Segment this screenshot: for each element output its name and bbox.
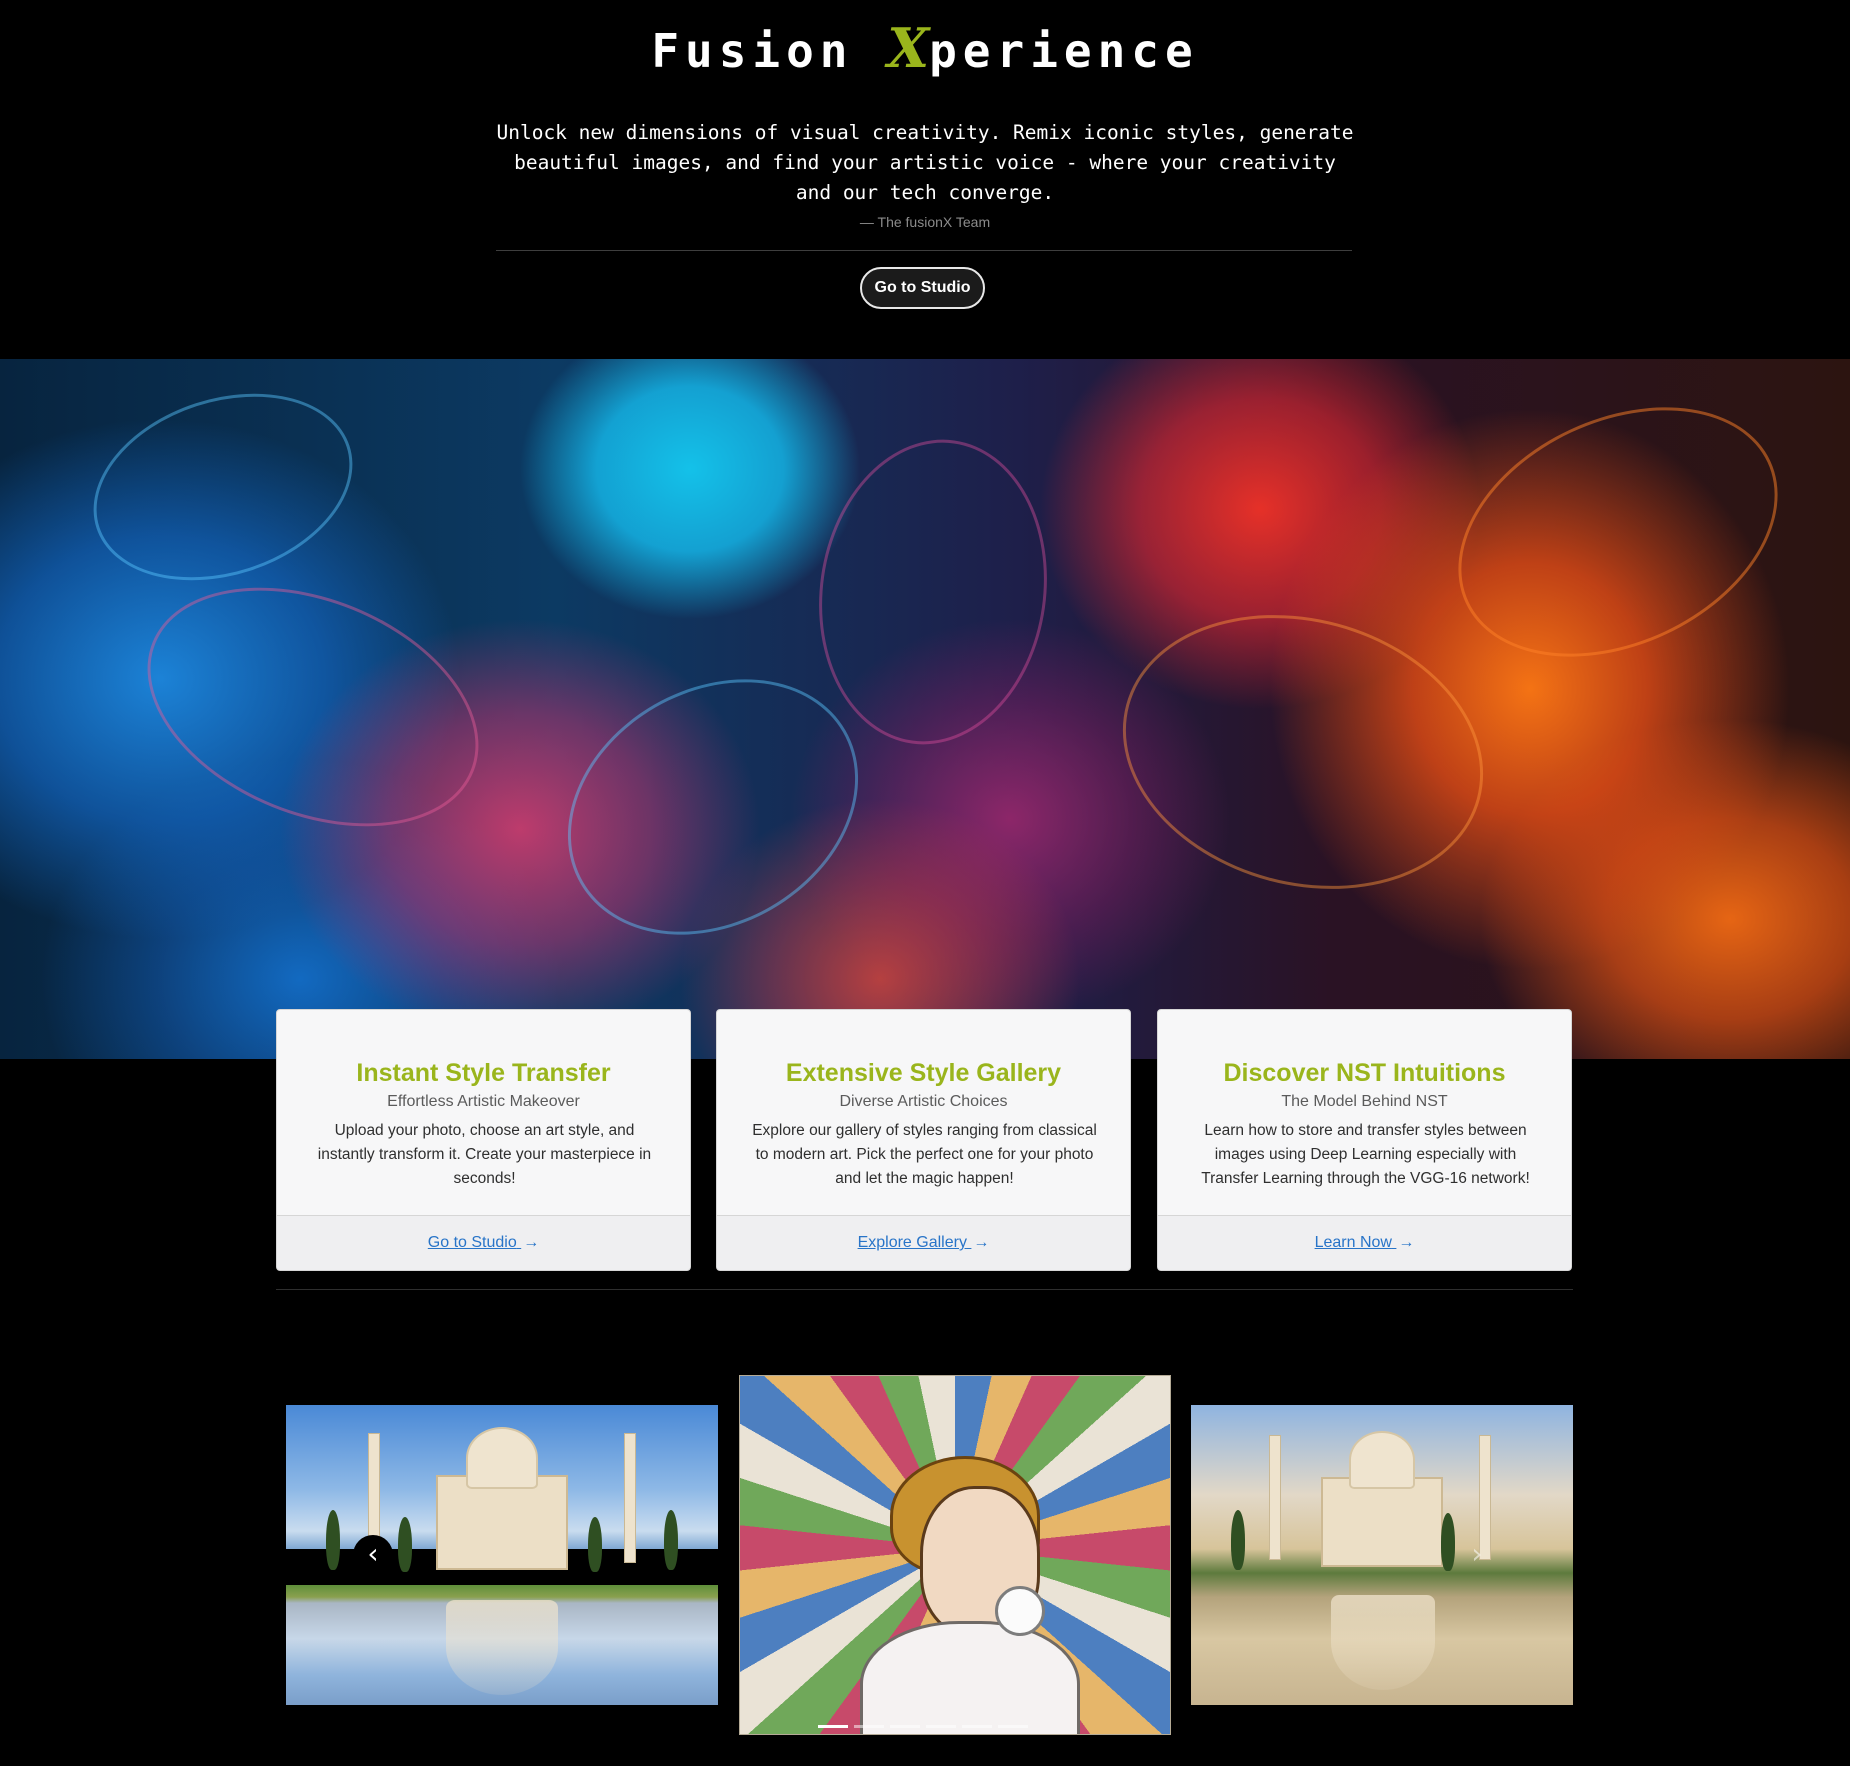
card-description: Explore our gallery of styles ranging fr… xyxy=(752,1122,1097,1187)
card-body: Instant Style Transfer Effortless Artist… xyxy=(277,1010,690,1215)
brand-title: Fusion Xperience xyxy=(0,18,1850,81)
taj-facade xyxy=(1321,1477,1443,1567)
section-divider xyxy=(276,1289,1573,1290)
card-body: Extensive Style Gallery Diverse Artistic… xyxy=(717,1010,1130,1215)
card-body: Discover NST Intuitions The Model Behind… xyxy=(1158,1010,1571,1215)
card-footer: Explore Gallery → xyxy=(717,1215,1130,1270)
carousel-indicator[interactable] xyxy=(998,1725,1028,1728)
card-subtitle: Effortless Artistic Makeover xyxy=(387,1093,580,1110)
card-footer: Go to Studio → xyxy=(277,1215,690,1270)
carousel-slide-taj-mahal-photo xyxy=(286,1405,718,1705)
chevron-left-icon[interactable]: ‹ xyxy=(353,1535,393,1575)
taj-reflection xyxy=(446,1600,558,1695)
carousel-indicator[interactable] xyxy=(926,1725,956,1728)
carousel-slide-stained-glass-portrait xyxy=(739,1375,1171,1735)
hero-smoke-wisp xyxy=(112,542,514,872)
carousel-indicator[interactable] xyxy=(854,1725,884,1728)
card-description: Upload your photo, choose an art style, … xyxy=(317,1122,652,1187)
link-label: Go to Studio xyxy=(427,1234,517,1251)
hero-smoke-wisp xyxy=(69,362,377,612)
card-description: Learn how to store and transfer styles b… xyxy=(1201,1122,1530,1187)
brand-x-logo: X xyxy=(887,16,930,80)
carousel-slide-stylized-taj-mahal xyxy=(1191,1405,1573,1705)
card-subtitle: Diverse Artistic Choices xyxy=(839,1093,1008,1110)
hero-smoke-wisp xyxy=(1091,576,1515,928)
carousel-indicator[interactable] xyxy=(890,1725,920,1728)
taj-reflection xyxy=(1331,1595,1435,1690)
taj-dome xyxy=(1349,1431,1415,1489)
taj-minaret xyxy=(1269,1435,1281,1560)
hero-quote: Unlock new dimensions of visual creativi… xyxy=(496,121,1354,204)
taj-facade xyxy=(436,1475,568,1570)
taj-dome xyxy=(466,1427,538,1489)
hero-banner-image xyxy=(0,359,1850,1059)
explore-gallery-link[interactable]: Explore Gallery → xyxy=(858,1234,990,1252)
cypress-tree xyxy=(398,1517,412,1572)
feature-card-nst-intuitions: Discover NST Intuitions The Model Behind… xyxy=(1157,1009,1572,1271)
cypress-tree xyxy=(664,1510,678,1570)
brand-title-start: Fusion xyxy=(651,24,888,78)
cypress-tree xyxy=(326,1510,340,1570)
chevron-right-icon[interactable]: › xyxy=(1457,1535,1497,1575)
taj-minaret xyxy=(624,1433,636,1563)
portrait-lily-flower xyxy=(995,1586,1045,1636)
hero-smoke-wisp xyxy=(1417,359,1819,706)
learn-now-link[interactable]: Learn Now → xyxy=(1315,1234,1415,1252)
arrow-right-icon: → xyxy=(523,1234,540,1251)
card-footer: Learn Now → xyxy=(1158,1215,1571,1270)
cypress-tree xyxy=(588,1517,602,1572)
link-label: Explore Gallery xyxy=(857,1234,967,1251)
arrow-right-icon: → xyxy=(1398,1234,1415,1251)
arrow-right-icon: → xyxy=(973,1234,990,1251)
card-title: Instant Style Transfer xyxy=(356,1059,611,1087)
card-title: Extensive Style Gallery xyxy=(785,1059,1062,1087)
feature-card-style-transfer: Instant Style Transfer Effortless Artist… xyxy=(276,1009,691,1271)
quote-author: — The fusionX Team xyxy=(859,214,991,230)
card-title: Discover NST Intuitions xyxy=(1223,1059,1506,1087)
carousel-indicator[interactable] xyxy=(962,1725,992,1728)
go-to-studio-button[interactable]: Go to Studio xyxy=(860,267,985,309)
link-label: Learn Now xyxy=(1314,1234,1392,1251)
portrait-dress xyxy=(860,1621,1080,1734)
card-subtitle: The Model Behind NST xyxy=(1281,1093,1448,1110)
go-to-studio-link[interactable]: Go to Studio → xyxy=(428,1234,539,1252)
carousel-indicator[interactable] xyxy=(818,1725,848,1728)
hero-smoke-wisp xyxy=(799,424,1067,760)
header-divider xyxy=(496,250,1352,251)
carousel-indicators xyxy=(818,1725,1058,1729)
feature-card-style-gallery: Extensive Style Gallery Diverse Artistic… xyxy=(716,1009,1131,1271)
cypress-tree xyxy=(1231,1510,1245,1570)
cypress-tree xyxy=(1441,1513,1455,1571)
brand-title-end: perience xyxy=(929,24,1199,78)
